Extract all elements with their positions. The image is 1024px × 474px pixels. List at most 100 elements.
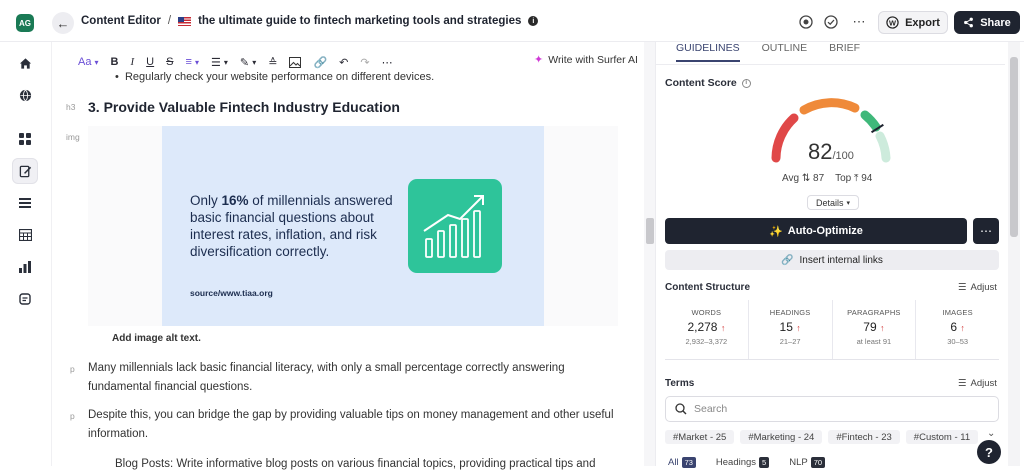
chip-marketing[interactable]: #Marketing - 24	[740, 430, 823, 444]
content-structure-label: Content Structure	[665, 282, 750, 293]
sidebar-item-list[interactable]	[12, 190, 38, 216]
write-with-surfer-ai-label: Write with Surfer AI	[548, 53, 638, 66]
block-tag-p: p	[70, 411, 75, 421]
export-label: Export	[905, 16, 940, 29]
grid-icon	[19, 133, 31, 145]
highlight-dropdown[interactable]: ✎ ▾	[240, 52, 256, 72]
paragraph[interactable]: Despite this, you can bridge the gap by …	[88, 406, 618, 444]
list-item[interactable]: • Regularly check your website performan…	[115, 71, 434, 83]
write-with-surfer-ai-button[interactable]: ✦ Write with Surfer AI	[534, 53, 638, 67]
more-options-button[interactable]: ⋯	[382, 52, 393, 72]
panel-scrollbar[interactable]	[1008, 42, 1020, 466]
help-button[interactable]: ?	[977, 440, 1001, 464]
image-block[interactable]: Only 16% of millennials answered basic f…	[88, 126, 618, 326]
sidebar-item-home[interactable]	[12, 50, 38, 76]
adjust-terms-button[interactable]: ☰ Adjust	[958, 378, 997, 389]
tab-outline[interactable]: OUTLINE	[762, 42, 808, 62]
breadcrumb-separator: /	[167, 15, 172, 27]
back-button[interactable]: ←	[52, 12, 74, 34]
list-icon	[19, 198, 31, 208]
chip-custom[interactable]: #Custom - 11	[905, 430, 979, 444]
search-placeholder: Search	[694, 403, 728, 415]
sidebar-item-apps[interactable]	[12, 126, 38, 152]
list-item[interactable]: Blog Posts: Write informative blog posts…	[115, 455, 615, 474]
scrollbar-thumb[interactable]	[1010, 57, 1018, 237]
filter-tab-headings[interactable]: Headings 5	[716, 457, 770, 468]
redo-icon: ↷	[360, 56, 370, 69]
adjust-structure-button[interactable]: ☰ Adjust	[958, 282, 997, 293]
terms-label: Terms	[665, 378, 695, 389]
edit-document-icon	[19, 165, 31, 177]
home-icon	[19, 57, 31, 69]
more-icon: ⋯	[980, 224, 992, 238]
redo-button[interactable]: ↷	[360, 52, 369, 72]
svg-text:W: W	[889, 18, 896, 27]
more-icon[interactable]: ⋯	[851, 14, 867, 30]
scrollbar-thumb[interactable]	[646, 218, 654, 244]
sliders-icon: ☰	[958, 378, 967, 389]
align-left-icon: ≡	[185, 56, 192, 68]
top-icon: ⤒	[853, 173, 859, 184]
content-score-value: 82/100	[808, 139, 854, 164]
filter-tab-all[interactable]: All 73	[668, 457, 696, 468]
sidebar-item-table[interactable]	[12, 222, 38, 248]
sidebar	[0, 42, 51, 466]
pen-icon: ✎	[239, 56, 250, 69]
image-icon	[289, 56, 302, 68]
check-circle-icon[interactable]	[823, 14, 839, 30]
list-dropdown[interactable]: ☰ ▾	[211, 52, 228, 72]
stat-paragraphs: PARAGRAPHS 79 ↑ at least 91	[833, 300, 917, 359]
insert-internal-links-button[interactable]: 🔗 Insert internal links	[665, 250, 999, 270]
stat-images: IMAGES 6 ↑ 30–53	[942, 308, 973, 346]
search-icon	[675, 403, 687, 415]
share-icon	[964, 17, 974, 28]
terms-filter-tabs: All 73 Headings 5 NLP 70	[668, 457, 826, 468]
info-icon[interactable]: i	[528, 16, 539, 26]
chevron-down-icon[interactable]: ⌄	[987, 428, 995, 439]
clear-format-button[interactable]: ≙	[268, 52, 277, 72]
heading-h3[interactable]: 3. Provide Valuable Fintech Industry Edu…	[88, 99, 400, 115]
details-button[interactable]: Details ▾	[807, 195, 859, 210]
tab-guidelines[interactable]: GUIDELINES	[676, 42, 740, 62]
tab-brief[interactable]: BRIEF	[829, 42, 860, 62]
link-button[interactable]: 🔗	[313, 52, 327, 72]
document-title[interactable]: the ultimate guide to fintech marketing …	[198, 15, 521, 27]
sliders-icon: ☰	[958, 282, 967, 293]
underline-button[interactable]: U	[146, 52, 154, 72]
undo-button[interactable]: ↶	[339, 52, 348, 72]
target-icon[interactable]	[798, 14, 814, 30]
content-score-label: Content Score i	[665, 77, 751, 89]
paragraph[interactable]: Many millennials lack basic financial li…	[88, 359, 618, 397]
chip-market[interactable]: #Market - 25	[665, 430, 735, 444]
auto-optimize-button[interactable]: ✨ Auto-Optimize	[665, 218, 967, 244]
avatar[interactable]: AG	[16, 14, 34, 32]
font-size-dropdown[interactable]: Aa ▾	[78, 52, 99, 72]
breadcrumb-root[interactable]: Content Editor	[81, 15, 161, 27]
chip-fintech[interactable]: #Fintech - 23	[828, 430, 900, 444]
chevron-down-icon: ▾	[194, 57, 199, 67]
more-options-button[interactable]: ⋯	[973, 218, 999, 244]
chevron-down-icon: ▾	[252, 57, 257, 67]
more-icon: ⋯	[381, 56, 393, 69]
strikethrough-button[interactable]: S	[166, 52, 173, 72]
align-dropdown[interactable]: ≡ ▾	[185, 52, 199, 72]
chevron-down-icon: ▾	[846, 199, 851, 207]
sidebar-item-research[interactable]	[12, 82, 38, 108]
info-icon[interactable]: i	[741, 78, 751, 88]
link-icon: 🔗	[781, 254, 794, 266]
filter-tab-nlp[interactable]: NLP 70	[789, 457, 826, 468]
divider	[656, 64, 1005, 65]
sidebar-item-surfer[interactable]	[12, 286, 38, 312]
italic-button[interactable]: I	[131, 52, 135, 72]
editor-area: Aa ▾ B I U S ≡ ▾ ☰ ▾ ✎ ▾ ≙ 🔗 ↶ ↷ ⋯ ✦ Wri…	[51, 42, 656, 470]
image-button[interactable]	[289, 52, 302, 72]
share-button[interactable]: Share	[954, 11, 1020, 34]
export-button[interactable]: W Export	[878, 11, 948, 34]
terms-search-input[interactable]: Search	[665, 396, 999, 422]
sidebar-item-reports[interactable]	[12, 254, 38, 280]
sidebar-item-content-editor[interactable]	[12, 158, 38, 184]
bar-chart-icon	[19, 261, 31, 273]
image-alt-text-field[interactable]: Add image alt text.	[112, 333, 201, 344]
undo-icon: ↶	[339, 56, 349, 69]
bold-button[interactable]: B	[111, 52, 119, 72]
